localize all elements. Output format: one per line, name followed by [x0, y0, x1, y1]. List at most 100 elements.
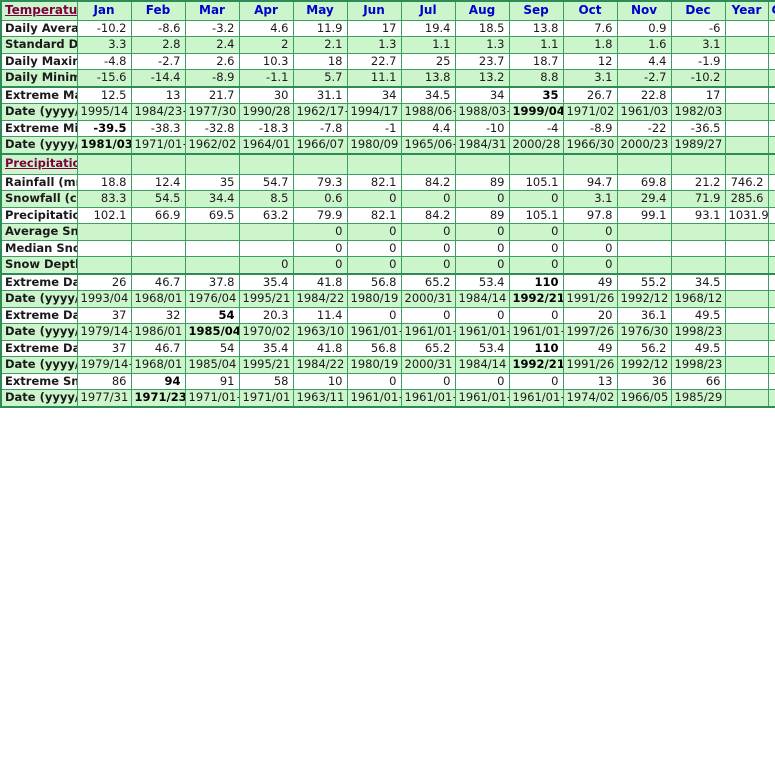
- data-cell: [670, 223, 726, 241]
- column-header-may: May: [292, 0, 348, 21]
- row-label: Date (yyyy/dd): [0, 136, 78, 154]
- data-cell: 1961/01+: [346, 389, 402, 407]
- data-cell: 19.4: [400, 19, 456, 37]
- year-cell: [724, 323, 769, 341]
- data-cell: 2000/31: [400, 290, 456, 308]
- row-label: Extreme Maximum (°C): [0, 85, 78, 104]
- data-cell: 13.8: [508, 19, 564, 37]
- data-cell: 18.5: [454, 19, 510, 37]
- data-cell: 66: [670, 372, 726, 390]
- data-cell: -10.2: [670, 69, 726, 87]
- climate-data-table: Temperature:JanFebMarAprMayJunJulAugSepO…: [0, 0, 775, 408]
- data-cell: 0: [292, 256, 348, 274]
- table-row: Standard Deviation3.32.82.422.11.31.11.3…: [0, 36, 775, 54]
- section-divider-cell: [454, 152, 510, 175]
- data-cell: 31.1: [292, 85, 348, 104]
- data-cell: 8.5: [238, 190, 294, 208]
- data-cell: 0.6: [292, 190, 348, 208]
- data-cell: 0: [346, 372, 402, 390]
- code-cell: [767, 85, 775, 104]
- column-header-year: Year: [724, 0, 769, 21]
- data-cell: 1971/01: [238, 389, 294, 407]
- data-cell: -4.8: [76, 52, 132, 70]
- row-label: Date (yyyy/dd): [0, 389, 78, 407]
- data-cell: 1997/26: [562, 323, 618, 341]
- data-cell: -38.3: [130, 119, 186, 137]
- code-cell: A: [767, 206, 775, 224]
- section-divider-cell: [670, 152, 726, 175]
- table-row: Rainfall (mm)18.812.43554.779.382.184.28…: [0, 173, 775, 191]
- data-cell: 69.5: [184, 206, 240, 224]
- data-cell: 105.1: [508, 206, 564, 224]
- table-row: Date (yyyy/dd)1979/14+1986/011985/041970…: [0, 323, 775, 341]
- data-cell: 1992/21: [508, 290, 564, 308]
- year-cell: [724, 256, 769, 274]
- data-cell: 1980/19: [346, 290, 402, 308]
- data-cell: 1985/04: [184, 356, 240, 374]
- data-cell: 1976/04: [184, 290, 240, 308]
- row-label: Average Snow Depth (cm): [0, 223, 78, 241]
- row-label: Median Snow Depth (cm): [0, 239, 78, 257]
- data-cell: 0: [454, 239, 510, 257]
- year-cell: [724, 69, 769, 87]
- data-cell: 1976/30: [616, 323, 672, 341]
- data-cell: [238, 239, 294, 257]
- data-cell: 58: [238, 372, 294, 390]
- table-row: Extreme Daily Rainfall (mm)2646.737.835.…: [0, 272, 775, 291]
- column-header-dec: Dec: [670, 0, 726, 21]
- data-cell: 53.4: [454, 339, 510, 357]
- data-cell: 1961/03: [616, 103, 672, 121]
- data-cell-value-bold: 110: [534, 340, 559, 355]
- data-cell: 1971/01+: [130, 136, 186, 154]
- data-cell: 12.5: [76, 85, 132, 104]
- data-cell: -14.4: [130, 69, 186, 87]
- data-cell: 32: [130, 306, 186, 324]
- table-row: Snow Depth at Month-end (cm)0000000C: [0, 256, 775, 274]
- table-row: Date (yyyy/dd)1977/311971/23+1971/01+197…: [0, 389, 775, 407]
- data-cell: 1966/07: [292, 136, 348, 154]
- data-cell: 4.4: [400, 119, 456, 137]
- table-row: Daily Minimum (°C)-15.6-14.4-8.9-1.15.71…: [0, 69, 775, 87]
- data-cell: 94.7: [562, 173, 618, 191]
- data-cell: 17: [346, 19, 402, 37]
- code-cell: A: [767, 69, 775, 87]
- data-cell: 71.9: [670, 190, 726, 208]
- data-cell: 2000/28: [508, 136, 564, 154]
- data-cell: 63.2: [238, 206, 294, 224]
- data-cell-value-bold: 1985/04: [188, 324, 239, 338]
- data-cell: 1968/01: [130, 356, 186, 374]
- data-cell: [76, 223, 132, 241]
- column-header-jan: Jan: [76, 0, 132, 21]
- section-divider-cell: [724, 152, 769, 175]
- data-cell: 1988/06+: [400, 103, 456, 121]
- data-cell: 1988/03+: [454, 103, 510, 121]
- year-cell: [724, 290, 769, 308]
- data-cell: 35.4: [238, 339, 294, 357]
- code-cell: [767, 389, 775, 407]
- data-cell: 0: [454, 306, 510, 324]
- data-cell: 0: [400, 239, 456, 257]
- data-cell: 1995/14: [76, 103, 132, 121]
- row-label: Extreme Daily Rainfall (mm): [0, 272, 78, 291]
- data-cell: 22.7: [346, 52, 402, 70]
- year-cell: [724, 136, 769, 154]
- data-cell: 105.1: [508, 173, 564, 191]
- section-divider-cell: [562, 152, 618, 175]
- section-divider-cell: [767, 152, 775, 175]
- data-cell: 0: [508, 256, 564, 274]
- data-cell: -6: [670, 19, 726, 37]
- data-cell: 30: [238, 85, 294, 104]
- data-cell: 0: [346, 190, 402, 208]
- data-cell: 2000/31: [400, 356, 456, 374]
- data-cell: 99.1: [616, 206, 672, 224]
- table-row: Date (yyyy/dd)1979/14+1968/011985/041995…: [0, 356, 775, 374]
- year-cell: [724, 52, 769, 70]
- data-cell: 0: [454, 372, 510, 390]
- data-cell: 65.2: [400, 272, 456, 291]
- data-cell: 46.7: [130, 339, 186, 357]
- data-cell: 0: [508, 372, 564, 390]
- row-label: Daily Maximum (°C): [0, 52, 78, 70]
- year-cell: [724, 19, 769, 37]
- table-row: Extreme Daily Snowfall (cm)3732 5420.311.…: [0, 306, 775, 324]
- section-divider-precipitation: Precipitation:: [0, 152, 775, 175]
